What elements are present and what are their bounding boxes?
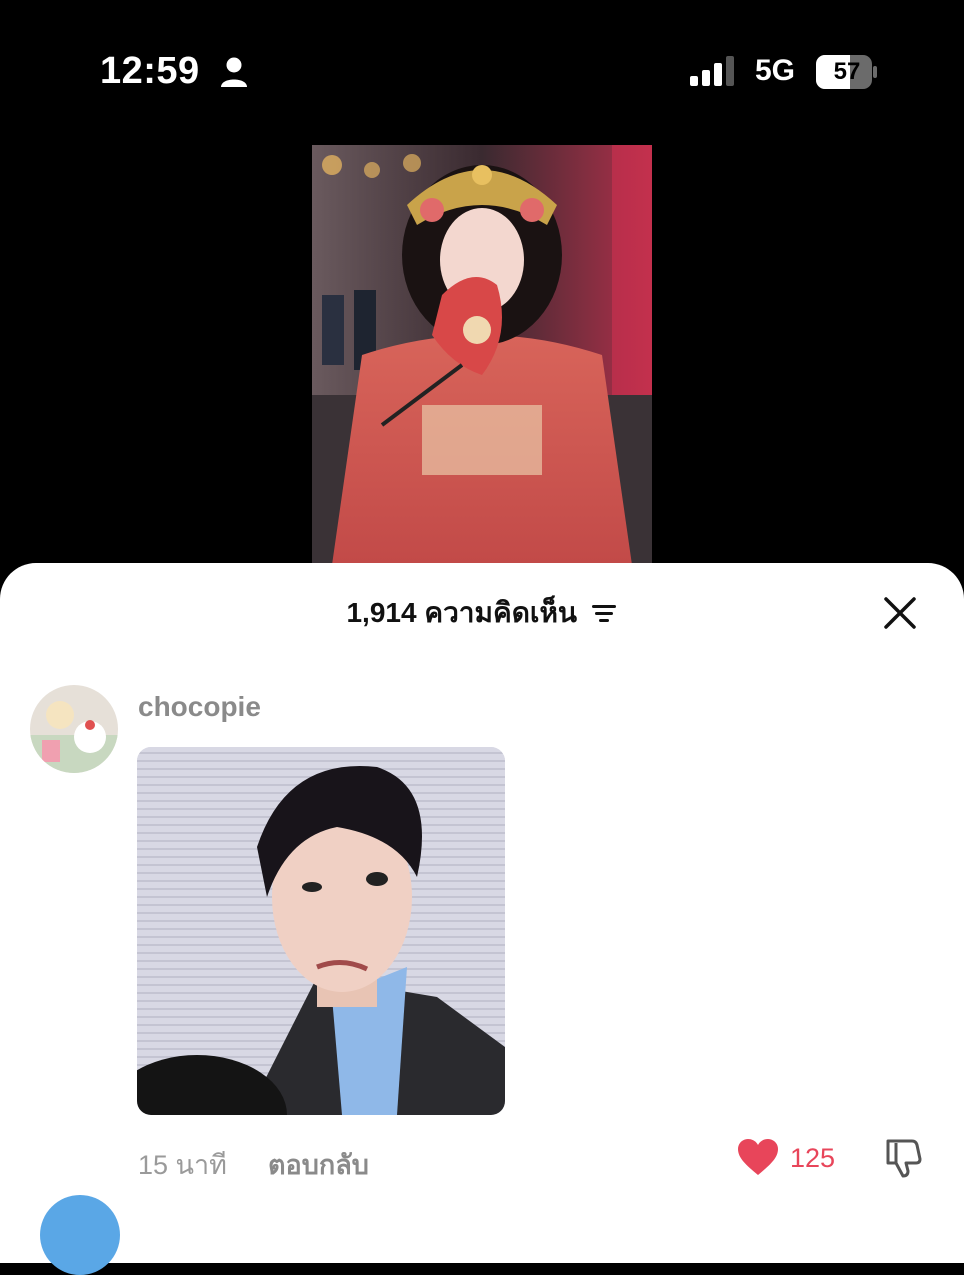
battery-level: 57: [833, 58, 861, 85]
comment-photo: [137, 747, 505, 1115]
avatar-image: [30, 685, 118, 773]
comment-timestamp: 15 นาที: [138, 1150, 227, 1180]
video-player[interactable]: [312, 145, 652, 565]
status-time: 12:59: [100, 50, 200, 92]
heart-icon[interactable]: [736, 1137, 780, 1177]
close-icon[interactable]: [882, 595, 918, 631]
next-comment-avatar[interactable]: [40, 1195, 120, 1275]
person-icon: [221, 57, 247, 87]
status-bar: 12:59 5G 57: [0, 0, 964, 140]
reply-button[interactable]: ตอบกลับ: [268, 1143, 369, 1186]
sort-icon[interactable]: [590, 601, 618, 625]
signal-icon: [690, 56, 734, 86]
dislike-icon[interactable]: [882, 1135, 926, 1179]
comment-count-title: 1,914 ความคิดเห็น: [346, 597, 578, 628]
comments-sheet: 1,914 ความคิดเห็น chocopie 15 นาที ตอบกล…: [0, 563, 964, 1275]
video-frame-image: [312, 145, 652, 565]
comment-image[interactable]: [137, 747, 505, 1115]
comments-header: 1,914 ความคิดเห็น: [0, 591, 964, 637]
like-count: 125: [790, 1143, 836, 1173]
comment-username[interactable]: chocopie: [138, 691, 261, 723]
network-label: 5G: [755, 54, 796, 87]
avatar[interactable]: [30, 685, 118, 773]
